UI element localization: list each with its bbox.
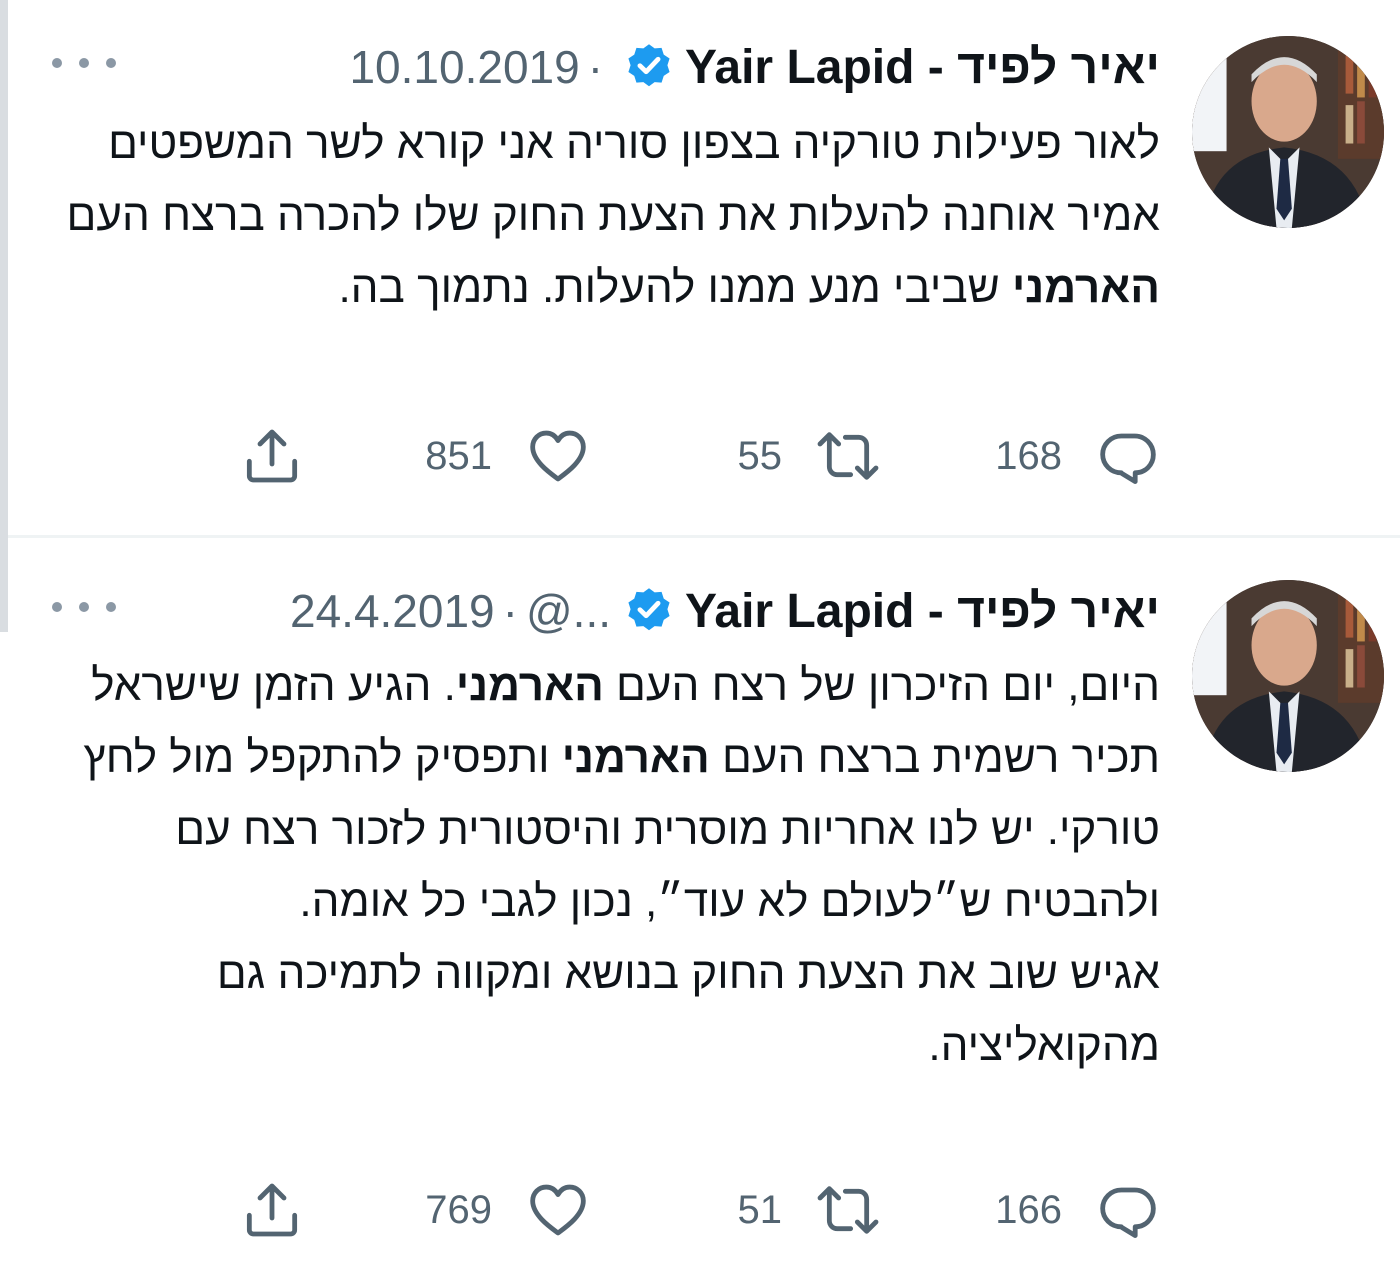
retweet-button[interactable]: 55 <box>738 416 881 496</box>
tweet-date[interactable]: 10.10.2019 <box>349 40 579 94</box>
tweet-date[interactable]: 24.4.2019 <box>290 584 495 638</box>
tweet[interactable]: יאיר לפיד - Yair Lapid @... · 24.4.2019 … <box>8 538 1400 1265</box>
share-icon <box>246 1183 298 1237</box>
tweet-actions: 168 55 851 <box>240 416 1160 496</box>
retweet-icon <box>817 1186 879 1234</box>
tweet-header: יאיר לפיד - Yair Lapid · 10.10.2019 <box>349 36 1160 98</box>
reply-icon <box>1100 1187 1156 1238</box>
retweet-button[interactable]: 51 <box>738 1170 881 1250</box>
heart-icon <box>530 1184 586 1236</box>
separator-dot: · <box>502 585 518 637</box>
like-button[interactable]: 851 <box>425 416 590 496</box>
author-name[interactable]: יאיר לפיד - Yair Lapid <box>685 40 1160 95</box>
verified-badge-icon <box>628 588 670 631</box>
reply-count: 166 <box>995 1187 1062 1232</box>
tweet-text-bold: הארמני <box>1012 263 1160 312</box>
like-count: 851 <box>425 433 492 478</box>
retweet-icon <box>817 432 879 480</box>
tweet-text-bold: הארמני <box>455 661 604 710</box>
reply-icon <box>1100 433 1156 484</box>
avatar-image <box>1192 36 1384 228</box>
tweet-text: לאור פעילות טורקיה בצפון סוריה אני קורא … <box>50 108 1161 324</box>
reply-button[interactable]: 168 <box>995 416 1160 496</box>
share-button[interactable] <box>240 1170 304 1250</box>
scroll-edge <box>0 0 8 632</box>
reply-count: 168 <box>995 433 1062 478</box>
like-button[interactable]: 769 <box>425 1170 590 1250</box>
share-button[interactable] <box>240 416 304 496</box>
tweet-text-bold: הארמני <box>561 733 710 782</box>
tweet-feed: יאיר לפיד - Yair Lapid · 10.10.2019 לאור… <box>8 0 1400 1265</box>
reply-button[interactable]: 166 <box>995 1170 1160 1250</box>
author-name[interactable]: יאיר לפיד - Yair Lapid <box>685 584 1160 639</box>
tweet-text-segment: היום, יום הזיכרון של רצח העם <box>603 661 1160 710</box>
more-horizontal-icon[interactable] <box>52 46 116 80</box>
separator-dot: · <box>587 41 604 93</box>
like-count: 769 <box>425 1187 492 1232</box>
tweet[interactable]: יאיר לפיד - Yair Lapid · 10.10.2019 לאור… <box>8 0 1400 538</box>
more-horizontal-icon[interactable] <box>52 590 116 624</box>
retweet-count: 51 <box>737 1187 783 1232</box>
heart-icon <box>530 430 586 482</box>
tweet-text: היום, יום הזיכרון של רצח העם הארמני. הגי… <box>50 650 1160 1082</box>
tweet-actions: 166 51 769 <box>240 1170 1160 1250</box>
retweet-count: 55 <box>737 433 783 478</box>
tweet-header: יאיר לפיד - Yair Lapid @... · 24.4.2019 <box>290 580 1160 642</box>
tweet-text-segment: שביבי מנע ממנו להעלות. נתמוך בה. <box>338 263 1013 312</box>
tweet-text-segment: לאור פעילות טורקיה בצפון סוריה אני קורא … <box>66 119 1161 240</box>
author-handle[interactable]: @... <box>526 584 611 638</box>
verified-badge-icon <box>628 44 670 87</box>
avatar-image <box>1192 580 1384 772</box>
avatar[interactable] <box>1192 36 1384 228</box>
avatar[interactable] <box>1192 580 1384 772</box>
share-icon <box>246 429 298 483</box>
tweet-text-paragraph: אגיש שוב את הצעת החוק בנושא ומקווה לתמיכ… <box>216 949 1160 1070</box>
